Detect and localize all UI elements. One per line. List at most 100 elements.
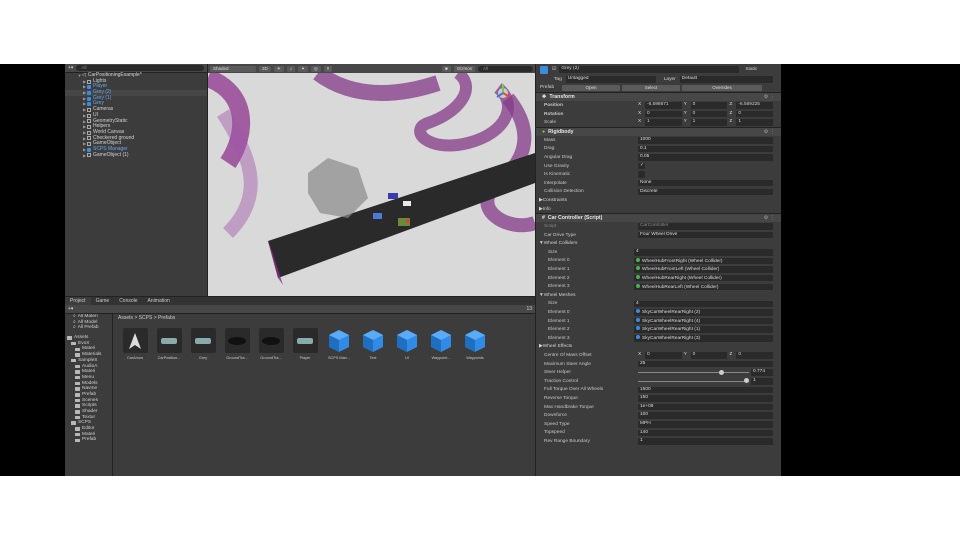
object-field[interactable]: SkyCarWheelRearRight (2)	[634, 309, 773, 316]
field-value[interactable]: 140	[638, 429, 773, 437]
position-x-field[interactable]: -6.598671	[645, 102, 682, 109]
rotation-y-field[interactable]: 0	[690, 110, 728, 118]
asset-item[interactable]: Waypoint...	[428, 328, 454, 360]
add-icon[interactable]: +▾	[68, 306, 73, 312]
component-menu-icon[interactable]: ⚙ ⋮	[764, 94, 775, 100]
wheel-colliders-foldout[interactable]: ▼ Wheel Colliders	[536, 240, 781, 249]
grid-icon[interactable]: #	[323, 65, 333, 72]
folder-item[interactable]: Prefab	[65, 437, 112, 443]
object-field[interactable]: WheelHubRearLeft (Wheel Collider)	[634, 283, 773, 291]
field-value[interactable]	[638, 171, 645, 178]
prefab-select-button[interactable]: Select	[622, 84, 680, 91]
drive-type-dropdown[interactable]: Four Wheel Drive	[638, 231, 773, 239]
scene-search-input[interactable]: All	[478, 65, 533, 72]
slider-handle[interactable]	[718, 369, 724, 375]
com-y-field[interactable]: 0	[690, 352, 728, 359]
tab-game[interactable]: Game	[91, 297, 115, 305]
scale-x-field[interactable]: 1	[645, 119, 682, 126]
prefab-open-button[interactable]: Open	[562, 84, 620, 91]
field-value[interactable]: 1e+08	[638, 403, 773, 411]
slider[interactable]	[638, 369, 749, 376]
component-menu-icon[interactable]: ⚙ ⋮	[764, 129, 775, 135]
field-value[interactable]: 1500	[638, 386, 773, 394]
asset-item[interactable]: Grey	[190, 328, 216, 360]
field-value[interactable]: Discrete	[638, 188, 773, 196]
field-value[interactable]: 1000	[638, 137, 773, 144]
object-field[interactable]: SkyCarWheelRearRight (4)	[634, 317, 773, 325]
field-value[interactable]: 1	[638, 438, 773, 445]
info-foldout[interactable]: ▶ Info	[536, 205, 781, 214]
shading-mode-dropdown[interactable]: Shaded	[210, 65, 256, 72]
asset-item[interactable]: SCPS Man...	[326, 328, 352, 360]
slider[interactable]	[638, 378, 749, 384]
field-value[interactable]: 150	[638, 395, 773, 402]
position-y-field[interactable]: 0	[690, 102, 728, 109]
object-name-field[interactable]: Grey (2)	[559, 66, 740, 73]
slider-value[interactable]: 0.774	[751, 369, 773, 376]
tab-project[interactable]: Project	[65, 297, 91, 305]
field-value[interactable]: ✓	[638, 162, 645, 170]
scale-y-field[interactable]: 1	[690, 119, 728, 126]
asset-item[interactable]: Text	[360, 328, 386, 360]
field-value[interactable]: 0.05	[638, 154, 773, 161]
hidden-objects-icon[interactable]: ◎	[310, 65, 321, 72]
car-controller-header[interactable]: # Car Controller (Script) ⚙ ⋮	[536, 213, 781, 223]
lighting-icon[interactable]: ☀	[273, 65, 284, 72]
effects-icon[interactable]: ✦	[298, 65, 308, 72]
audio-icon[interactable]: ♪	[286, 65, 296, 72]
constraints-foldout[interactable]: ▶ Constraints	[536, 196, 781, 205]
prefab-overrides-dropdown[interactable]: Overrides	[682, 84, 762, 91]
field-value[interactable]: 25	[638, 360, 773, 368]
position-z-field[interactable]: -6.569225	[736, 102, 774, 109]
object-field[interactable]: WheelHubRearRight (Wheel Collider)	[634, 274, 773, 282]
scale-z-field[interactable]: 1	[736, 119, 774, 126]
static-toggle[interactable]: Static	[745, 67, 757, 72]
field-value[interactable]: 0.1	[638, 145, 773, 153]
asset-item[interactable]: Waypoints	[462, 328, 488, 360]
object-field[interactable]: SkyCarWheelRearRight (3)	[634, 335, 773, 342]
field-value[interactable]: None	[638, 179, 773, 187]
object-field-value: WheelHubRearLeft (Wheel Collider)	[642, 284, 719, 290]
hierarchy-search-input[interactable]: All	[76, 65, 204, 71]
asset-item[interactable]: Player	[292, 328, 318, 360]
transform-header[interactable]: ✥ Transform ⚙ ⋮	[536, 92, 781, 102]
asset-item[interactable]: CarPosition...	[156, 328, 182, 360]
gizmos-dropdown[interactable]: Gizmos	[453, 65, 475, 72]
camera-icon[interactable]: ■	[442, 65, 451, 72]
rotation-x-field[interactable]: 0	[645, 110, 682, 118]
tag-dropdown[interactable]: Untagged	[565, 76, 656, 83]
wheel-effects-foldout[interactable]: ▶ Wheel Effects	[536, 343, 781, 352]
colliders-size-field[interactable]: 4	[634, 249, 773, 256]
field-value[interactable]: MPH	[638, 421, 773, 428]
object-field[interactable]: WheelHubFrontRight (Wheel Collider)	[634, 257, 773, 265]
object-field[interactable]: SkyCarWheelRearRight (1)	[634, 326, 773, 333]
asset-item[interactable]: UI	[394, 328, 420, 360]
wheel-meshes-foldout[interactable]: ▼ Wheel Meshes	[536, 291, 781, 300]
hierarchy-item[interactable]: ▶ GameObject (1)	[65, 152, 207, 159]
asset-item[interactable]: CarArrow	[122, 328, 148, 360]
tab-animation[interactable]: Animation	[143, 297, 175, 305]
object-field-value: SkyCarWheelRearRight (2)	[642, 310, 701, 316]
com-x-field[interactable]: 0	[645, 352, 682, 359]
asset-item[interactable]: GroundTra...	[258, 328, 284, 360]
com-z-field[interactable]: 0	[736, 352, 774, 359]
field-value[interactable]: 100	[638, 412, 773, 419]
slider-handle[interactable]	[744, 378, 749, 384]
tab-console[interactable]: Console	[114, 297, 142, 305]
meshes-size-field[interactable]: 4	[634, 300, 773, 308]
add-icon[interactable]: +▾	[68, 65, 73, 71]
object-field[interactable]: WheelHubFrontLeft (Wheel Collider)	[634, 266, 773, 273]
rigidbody-header[interactable]: ● Rigidbody ⚙ ⋮	[536, 126, 781, 136]
gameobject-icon	[87, 107, 91, 112]
breadcrumb[interactable]: Assets > SCPS > Prefabs	[114, 314, 535, 322]
2d-toggle[interactable]: 2D	[259, 65, 271, 72]
favorite-item[interactable]: ⌕ All Prefab	[65, 325, 112, 331]
folder-icon	[75, 375, 80, 380]
rotation-z-field[interactable]: 0	[736, 110, 774, 118]
layer-dropdown[interactable]: Default	[679, 76, 773, 83]
slider-value[interactable]: 1	[751, 378, 773, 385]
active-checkbox[interactable]: ☑	[552, 67, 556, 72]
scene-view[interactable]: Shaded 2D ☀ ♪ ✦ ◎ # ■ Gizmos All	[208, 64, 535, 296]
component-menu-icon[interactable]: ⚙ ⋮	[764, 215, 775, 221]
asset-item[interactable]: GroundTra...	[224, 328, 250, 360]
